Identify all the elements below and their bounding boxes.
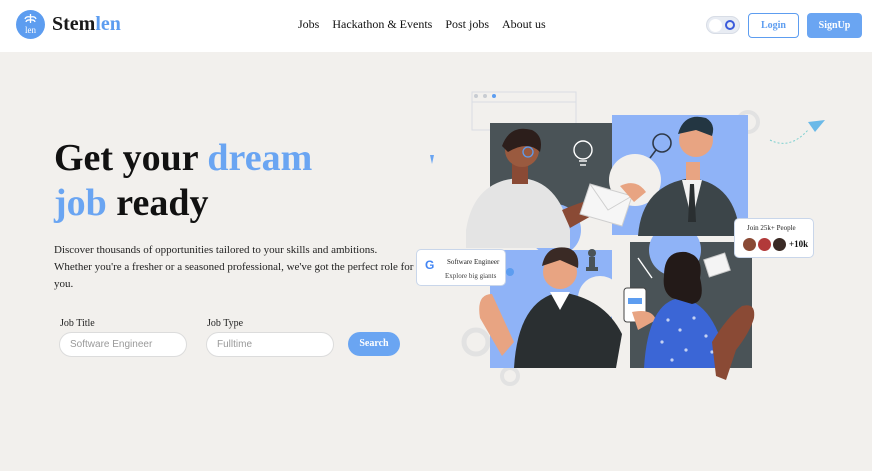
google-logo-icon: G: [425, 258, 435, 272]
pin-icon: [430, 155, 434, 164]
moon-icon: [725, 20, 735, 30]
gear-icon-bottom: [500, 366, 520, 386]
headline-job: job: [54, 182, 107, 224]
signup-button[interactable]: SignUp: [807, 13, 862, 38]
job-title-label: Job Title: [60, 318, 95, 329]
job-card-title: Software Engineer: [447, 258, 500, 266]
logo-icon[interactable]: len: [16, 10, 45, 39]
avatar: [772, 237, 787, 252]
job-type-input[interactable]: Fulltime: [206, 332, 334, 357]
nav-link-post-jobs[interactable]: Post jobs: [445, 17, 489, 32]
nav-link-hackathon-events[interactable]: Hackathon & Events: [332, 17, 432, 32]
hero-description: Discover thousands of opportunities tail…: [54, 244, 414, 290]
job-card-software-engineer[interactable]: G Software Engineer Explore big giants: [416, 249, 506, 286]
login-button[interactable]: Login: [748, 13, 799, 38]
headline-dream: dream: [207, 137, 313, 179]
job-card-subtitle: Explore big giants: [445, 272, 497, 280]
community-card: Join 25k+ People +10k: [734, 218, 814, 258]
job-title-input[interactable]: Software Engineer: [59, 332, 187, 357]
avatar: [742, 237, 757, 252]
search-button[interactable]: Search: [348, 332, 400, 356]
paper-plane-icon: [769, 120, 825, 144]
toggle-knob: [709, 19, 722, 32]
top-navbar: len Stemlen Jobs Hackathon & Events Post…: [0, 0, 872, 52]
nav-link-jobs[interactable]: Jobs: [298, 17, 319, 32]
theme-toggle[interactable]: [706, 16, 740, 34]
community-count: +10k: [789, 239, 809, 249]
gear-icon-left: [461, 327, 491, 357]
community-card-text: Join 25k+ People: [747, 224, 796, 232]
hero-headline: Get your dream job ready: [54, 136, 414, 226]
nav-link-about-us[interactable]: About us: [502, 17, 546, 32]
brand-name[interactable]: Stemlen: [52, 13, 121, 36]
avatar: [757, 237, 772, 252]
job-type-label: Job Type: [207, 318, 244, 329]
headline-part1: Get your: [54, 137, 208, 179]
brand-name-end: len: [95, 13, 121, 35]
headline-ready: ready: [106, 182, 209, 224]
brand-name-start: Stem: [52, 13, 96, 35]
logo-text: len: [25, 25, 36, 35]
main-nav: Jobs Hackathon & Events Post jobs About …: [298, 17, 559, 32]
